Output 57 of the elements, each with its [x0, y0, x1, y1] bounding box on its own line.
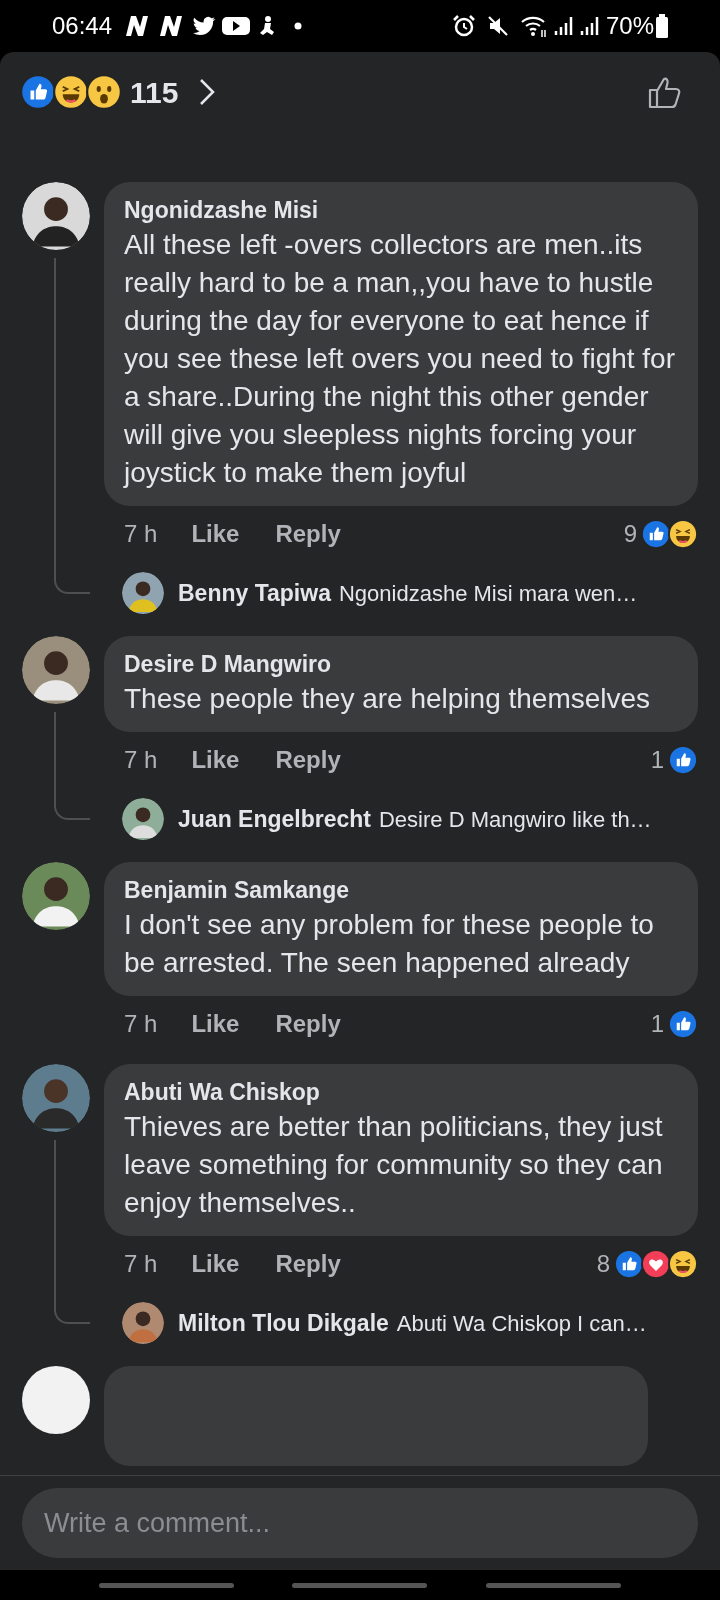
commenter-name[interactable]: Abuti Wa Chiskop: [124, 1076, 678, 1108]
reaction-count[interactable]: 1: [650, 1006, 664, 1042]
comment-field[interactable]: Write a comment...: [22, 1488, 698, 1558]
comment-time: 7 h: [124, 1249, 158, 1279]
bird-icon: [192, 16, 217, 36]
comment-time: 7 h: [124, 519, 158, 549]
reaction-count[interactable]: 9: [623, 516, 637, 552]
reply-author-name[interactable]: Benny Tapiwa: [178, 575, 331, 611]
surprised-face-icon: [86, 74, 122, 110]
figure-icon: [258, 15, 277, 37]
comment-text: These people they are helping themselves: [124, 682, 652, 716]
like-link[interactable]: Like: [191, 1246, 240, 1282]
reaction-count[interactable]: 8: [596, 1246, 610, 1282]
thumbs-up-reaction-icon: [668, 745, 698, 775]
mute-icon: [485, 14, 510, 38]
commenter-name[interactable]: Ngonidzashe Misi: [124, 194, 678, 226]
dot-icon: [294, 22, 303, 30]
thumbs-up-reaction-icon: [20, 74, 56, 110]
comment-time: 7 h: [124, 1009, 158, 1039]
comment-time: 7 h: [124, 745, 158, 775]
reply-author-name[interactable]: Juan Engelbrecht: [178, 801, 371, 837]
chevron-right-icon[interactable]: [198, 77, 217, 107]
like-link[interactable]: Like: [191, 1006, 240, 1042]
like-link[interactable]: Like: [191, 516, 240, 552]
reaction-count[interactable]: 1: [650, 742, 664, 778]
battery-icon: [656, 14, 668, 38]
comment-text: Thieves are better than politicians, they just leave something for community so they can enjoy themselves..: [124, 1110, 664, 1220]
reply-preview-text[interactable]: Abuti Wa Chiskop I can…: [396, 1306, 647, 1340]
thumbs-up-reaction-icon: [641, 519, 671, 549]
nav-recents-handle[interactable]: [99, 1582, 235, 1588]
reaction-count[interactable]: 115: [130, 69, 179, 115]
reply-link[interactable]: Reply: [275, 516, 341, 552]
reply-link[interactable]: Reply: [275, 742, 341, 778]
heart-reaction-icon: [641, 1249, 671, 1279]
laughing-face-icon: [53, 74, 89, 110]
thumbs-up-reaction-icon: [614, 1249, 644, 1279]
like-link[interactable]: Like: [191, 742, 240, 778]
commenter-name[interactable]: Benjamin Samkange: [124, 874, 678, 906]
laughing-face-icon: [668, 519, 698, 549]
nav-back-handle[interactable]: [485, 1582, 621, 1588]
alarm-icon: [451, 14, 476, 38]
reply-link[interactable]: Reply: [275, 1006, 341, 1042]
nav-home-handle[interactable]: [292, 1582, 428, 1588]
reply-link[interactable]: Reply: [275, 1246, 341, 1282]
signal-icon: [579, 15, 600, 37]
reply-preview-text[interactable]: Ngonidzashe Misi mara wen…: [338, 576, 638, 610]
signal-icon: [553, 15, 574, 37]
reply-author-name[interactable]: Milton Tlou Dikgale: [178, 1305, 389, 1341]
play-icon: [222, 16, 251, 36]
comment-text: I don't see any problem for these people to be arrested. The seen happened already: [124, 908, 655, 980]
commenter-name[interactable]: Desire D Mangwiro: [124, 648, 678, 680]
clock-time: 06:44: [52, 11, 113, 41]
battery-percent: 70%: [605, 11, 654, 41]
reply-preview-text[interactable]: Desire D Mangwiro like th…: [379, 802, 652, 836]
laughing-face-icon: [668, 1249, 698, 1279]
comment-text: All these left -overs collectors are men..its really hard to be a man,,you have to hustle during the day for everyone to eat hence if you see these left overs you need to fight for a share..During the night this other gender will give you sleepless nights forcing your joystick to make them joyful: [124, 228, 676, 490]
thumbs-up-reaction-icon: [668, 1009, 698, 1039]
